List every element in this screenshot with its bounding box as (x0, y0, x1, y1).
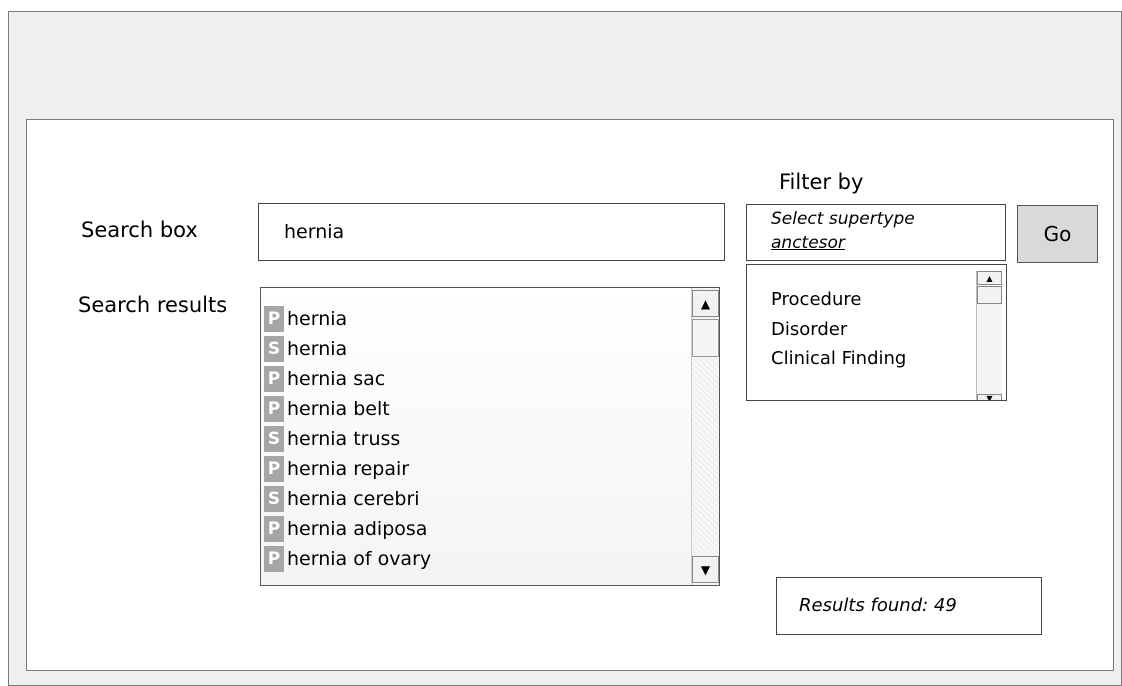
badge-p: P (264, 546, 284, 572)
result-text: hernia adiposa (287, 518, 428, 540)
result-text: hernia truss (287, 428, 401, 450)
badge-p: P (264, 366, 284, 392)
results-count: Results found: 49 (776, 577, 1042, 635)
go-button[interactable]: Go (1017, 205, 1098, 263)
search-box-label: Search box (81, 218, 198, 242)
badge-s: S (264, 426, 284, 452)
badge-s: S (264, 336, 284, 362)
badge-p: P (264, 456, 284, 482)
scroll-thumb[interactable] (692, 319, 719, 357)
search-input[interactable] (258, 203, 725, 261)
result-text: hernia of ovary (287, 548, 432, 570)
filter-scrollbar[interactable]: ▲ ▼ (976, 271, 1002, 400)
badge-p: P (264, 516, 284, 542)
badge-p: P (264, 306, 284, 332)
filter-option-clinical-finding[interactable]: Clinical Finding (771, 348, 906, 369)
search-results-list[interactable]: P hernia S hernia P hernia sac P hernia … (260, 287, 720, 586)
arrow-up-icon[interactable]: ▲ (977, 271, 1002, 285)
filter-option-procedure[interactable]: Procedure (771, 289, 861, 310)
list-item[interactable]: P hernia of ovary (264, 545, 431, 573)
select-placeholder-line2: anctesor (771, 233, 845, 253)
list-item[interactable]: S hernia (264, 335, 347, 363)
result-text: hernia (287, 338, 348, 360)
filter-by-label: Filter by (779, 170, 864, 194)
supertype-select[interactable]: Select supertype anctesor (746, 204, 1006, 261)
arrow-down-icon[interactable]: ▼ (692, 556, 719, 583)
result-text: hernia cerebri (287, 488, 420, 510)
filter-options-list[interactable]: Procedure Disorder Clinical Finding ▲ ▼ (746, 264, 1007, 401)
arrow-down-icon[interactable]: ▼ (977, 394, 1002, 400)
result-text: hernia (287, 308, 348, 330)
result-text: hernia belt (287, 398, 390, 420)
list-item[interactable]: P hernia repair (264, 455, 409, 483)
search-results-label: Search results (78, 293, 228, 317)
badge-p: P (264, 396, 284, 422)
list-item[interactable]: P hernia adiposa (264, 515, 427, 543)
list-item[interactable]: S hernia cerebri (264, 485, 420, 513)
arrow-up-icon[interactable]: ▲ (692, 290, 719, 317)
results-scrollbar[interactable]: ▲ ▼ (691, 288, 719, 585)
list-item[interactable]: P hernia sac (264, 365, 385, 393)
scroll-thumb[interactable] (977, 286, 1002, 304)
badge-s: S (264, 486, 284, 512)
list-item[interactable]: P hernia (264, 305, 347, 333)
filter-option-disorder[interactable]: Disorder (771, 319, 847, 340)
result-text: hernia repair (287, 458, 410, 480)
result-text: hernia sac (287, 368, 386, 390)
list-item[interactable]: S hernia truss (264, 425, 400, 453)
select-placeholder-line1: Select supertype (771, 209, 915, 229)
list-item[interactable]: P hernia belt (264, 395, 390, 423)
